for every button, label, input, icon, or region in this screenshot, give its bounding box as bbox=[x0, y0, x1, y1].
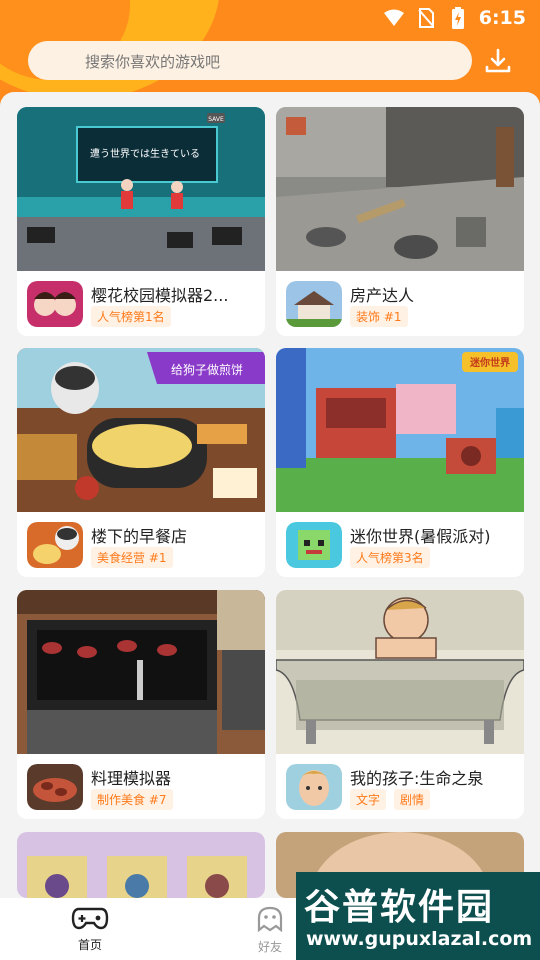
game-tag: 人气榜第1名 bbox=[91, 306, 171, 327]
game-card[interactable]: 遭う世界では生きている SAVE 樱花校园模拟器2... 人气榜第1名 bbox=[17, 107, 265, 336]
watermark-title: 谷普软件园 bbox=[304, 887, 495, 928]
game-screenshot: 给狗子做煎饼 bbox=[17, 348, 265, 512]
game-screenshot: 遭う世界では生きている SAVE bbox=[17, 107, 265, 271]
game-title: 樱花校园模拟器2... bbox=[91, 286, 229, 305]
battery-charging-icon bbox=[447, 7, 469, 29]
game-card[interactable]: 房产达人 装饰 #1 bbox=[276, 107, 524, 336]
app-icon bbox=[286, 522, 342, 568]
gamepad-icon bbox=[71, 907, 109, 930]
game-title: 迷你世界(暑假派对) bbox=[350, 527, 491, 546]
status-bar: 6:15 bbox=[383, 6, 526, 30]
app-icon bbox=[27, 522, 83, 568]
app-icon bbox=[27, 281, 83, 327]
game-tag: 人气榜第3名 bbox=[350, 547, 430, 568]
sakura-sign-text: 遭う世界では生きている bbox=[90, 147, 200, 160]
game-tag: 装饰 #1 bbox=[350, 306, 408, 327]
mini-world-logo: 迷你世界 bbox=[469, 356, 510, 369]
game-card[interactable]: 给狗子做煎饼 楼下的早餐店 美食经营 #1 bbox=[17, 348, 265, 577]
game-card[interactable] bbox=[17, 832, 265, 898]
game-tag: 文字 bbox=[350, 789, 387, 810]
game-feed: 遭う世界では生きている SAVE 樱花校园模拟器2... 人气榜第1名 房产达人… bbox=[0, 92, 540, 898]
nav-item-home[interactable]: 首页 bbox=[60, 906, 120, 953]
search-placeholder: 搜索你喜欢的游戏吧 bbox=[85, 53, 221, 71]
game-screenshot: 迷你世界 bbox=[276, 348, 524, 512]
nav-label: 首页 bbox=[77, 938, 102, 952]
nav-label: 好友 bbox=[257, 940, 282, 954]
app-icon bbox=[286, 281, 342, 327]
game-title: 房产达人 bbox=[350, 286, 415, 305]
game-title: 楼下的早餐店 bbox=[91, 527, 188, 546]
ghost-friends-icon bbox=[257, 906, 283, 933]
search-input[interactable]: 搜索你喜欢的游戏吧 bbox=[28, 41, 472, 80]
game-screenshot bbox=[17, 590, 265, 754]
download-icon bbox=[485, 48, 511, 73]
no-sim-icon bbox=[415, 8, 437, 28]
game-tag: 剧情 bbox=[394, 789, 431, 810]
game-tag: 制作美食 #7 bbox=[91, 789, 173, 810]
game-tag: 美食经营 #1 bbox=[91, 547, 173, 568]
watermark-url: www.gupuxlazal.com bbox=[306, 928, 533, 950]
status-time: 6:15 bbox=[478, 7, 526, 29]
game-screenshot bbox=[17, 832, 265, 898]
app-icon bbox=[27, 764, 83, 810]
game-screenshot bbox=[276, 107, 524, 271]
game-title: 料理模拟器 bbox=[91, 769, 172, 788]
dog-banner-text: 给狗子做煎饼 bbox=[171, 362, 243, 377]
game-card[interactable]: 我的孩子:生命之泉 文字 剧情 bbox=[276, 590, 524, 819]
game-card[interactable]: 料理模拟器 制作美食 #7 bbox=[17, 590, 265, 819]
save-text: SAVE bbox=[208, 116, 224, 123]
game-title: 我的孩子:生命之泉 bbox=[350, 769, 484, 788]
game-screenshot bbox=[276, 590, 524, 754]
game-card[interactable]: 迷你世界 迷你世界(暑假派对) 人气榜第3名 bbox=[276, 348, 524, 577]
download-button[interactable] bbox=[483, 46, 513, 76]
wifi-icon bbox=[383, 9, 405, 27]
app-icon bbox=[286, 764, 342, 810]
nav-item-friends[interactable]: 好友 bbox=[240, 906, 300, 955]
watermark: 谷普软件园 www.gupuxlazal.com bbox=[296, 872, 540, 960]
